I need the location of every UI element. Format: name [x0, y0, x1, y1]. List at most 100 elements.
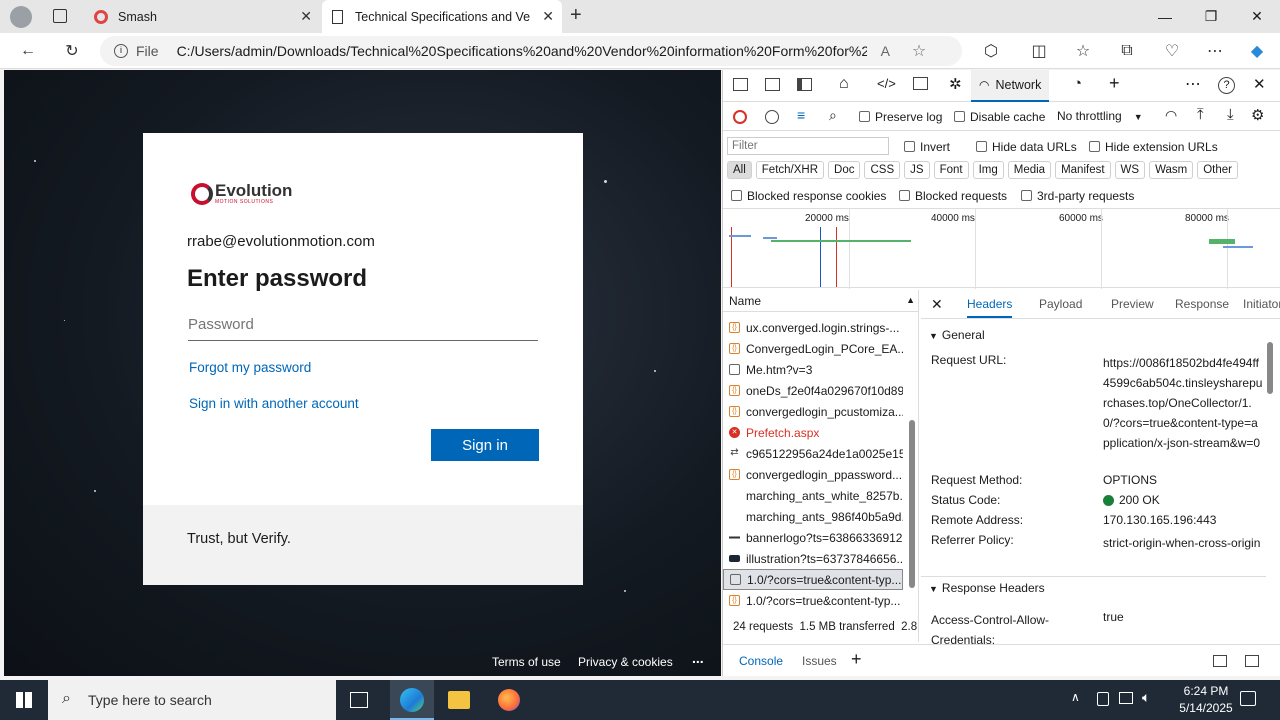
request-row[interactable]: {} oneDs_f2e0f4a029670f10d89... — [723, 380, 903, 401]
network-conditions-icon[interactable]: ◠ — [1165, 107, 1177, 124]
request-row[interactable]: {} convergedlogin_ppassword... — [723, 464, 903, 485]
taskbar-search[interactable]: ⌕ Type here to search — [48, 680, 336, 720]
filter-img[interactable]: Img — [972, 161, 1004, 179]
filter-wasm[interactable]: Wasm — [1149, 161, 1194, 179]
help-icon[interactable]: ? — [1218, 77, 1235, 94]
tray-chevron-up-icon[interactable]: ∧ — [1071, 690, 1080, 704]
filter-js[interactable]: JS — [904, 161, 930, 179]
elements-icon[interactable]: </> — [877, 76, 896, 91]
notifications-icon[interactable] — [1240, 691, 1256, 706]
filter-ws[interactable]: WS — [1114, 161, 1146, 179]
tab-active[interactable]: Technical Specifications and Ven ✕ — [322, 0, 562, 33]
add-tool-icon[interactable]: + — [1109, 73, 1120, 94]
filter-manifest[interactable]: Manifest — [1055, 161, 1111, 179]
sign-in-button[interactable]: Sign in — [431, 429, 539, 461]
hide-data-urls-checkbox[interactable]: Hide data URLs — [976, 140, 1077, 154]
password-input[interactable] — [188, 309, 538, 341]
sources-icon[interactable]: ✲ — [949, 75, 962, 93]
copilot-icon[interactable]: ◆ — [1243, 37, 1271, 65]
request-row-selected[interactable]: 1.0/?cors=true&content-typ... — [723, 569, 903, 590]
tab-smash[interactable]: Smash ✕ — [84, 0, 320, 33]
filter-other[interactable]: Other — [1197, 161, 1238, 179]
split-screen-icon[interactable]: ◫ — [1025, 37, 1053, 65]
window-close-icon[interactable]: ✕ — [1234, 0, 1280, 33]
network-tray-icon[interactable] — [1119, 692, 1133, 704]
request-row[interactable]: {} ConvergedLogin_PCore_EA... — [723, 338, 903, 359]
close-detail-icon[interactable]: ✕ — [931, 296, 943, 313]
request-row[interactable]: ⇄ c965122956a24de1a0025e15... — [723, 443, 903, 464]
tab-initiator[interactable]: Initiator — [1243, 297, 1280, 311]
windows-start-icon[interactable] — [16, 692, 32, 708]
close-drawer-icon[interactable] — [1245, 655, 1259, 667]
tab-network[interactable]: ◠ Network — [971, 70, 1050, 102]
general-section-header[interactable]: ▼ General — [929, 328, 985, 342]
minimize-icon[interactable]: — — [1142, 0, 1188, 33]
tab-console[interactable]: Console — [739, 654, 783, 668]
collections-icon[interactable]: ⧉ — [1113, 37, 1141, 65]
restore-icon[interactable]: ❐ — [1188, 0, 1234, 33]
tab-actions-icon[interactable] — [53, 9, 67, 23]
read-aloud-icon[interactable]: A — [881, 43, 890, 59]
favorite-star-icon[interactable]: ☆ — [912, 41, 926, 61]
welcome-home-icon[interactable]: ⌂ — [839, 75, 849, 93]
device-toggle-icon[interactable] — [765, 78, 780, 91]
import-har-icon[interactable]: ⤒ — [1197, 106, 1204, 123]
request-row[interactable]: illustration?ts=63737846656... — [723, 548, 903, 569]
profile-icon[interactable] — [10, 6, 32, 28]
close-tab-icon[interactable]: ✕ — [542, 8, 554, 25]
filter-css[interactable]: CSS — [864, 161, 901, 179]
settings-more-icon[interactable]: ⋯ — [1201, 37, 1229, 65]
console-icon[interactable] — [913, 77, 928, 90]
filter-icon[interactable]: ≡ — [797, 107, 805, 123]
performance-tab-icon[interactable]: ◔ — [1073, 75, 1082, 92]
tab-headers[interactable]: Headers — [967, 297, 1013, 318]
clear-icon[interactable] — [765, 110, 779, 124]
filter-input[interactable] — [727, 137, 889, 155]
preserve-log-checkbox[interactable]: Preserve log — [859, 110, 942, 124]
request-list-scrollbar[interactable] — [909, 420, 915, 588]
forgot-password-link[interactable]: Forgot my password — [189, 360, 311, 375]
tab-issues[interactable]: Issues — [802, 654, 837, 668]
request-row[interactable]: marching_ants_white_8257b... — [723, 485, 903, 506]
back-icon[interactable]: ← — [14, 37, 42, 65]
request-row[interactable]: {} ux.converged.login.strings-... — [723, 317, 903, 338]
tab-preview[interactable]: Preview — [1111, 297, 1154, 311]
third-party-checkbox[interactable]: 3rd-party requests — [1021, 189, 1134, 203]
favorites-icon[interactable]: ☆ — [1069, 37, 1097, 65]
task-view-icon[interactable] — [350, 692, 368, 708]
detail-scrollbar[interactable] — [1267, 342, 1273, 394]
firefox-icon[interactable] — [498, 689, 520, 711]
extensions-icon[interactable]: ⬡ — [977, 37, 1005, 65]
request-row[interactable]: {} 1.0/?cors=true&content-typ... — [723, 590, 903, 611]
new-tab-icon[interactable]: + — [570, 4, 582, 27]
filter-fetch-xhr[interactable]: Fetch/XHR — [755, 161, 825, 179]
tray-device-icon[interactable] — [1097, 692, 1109, 706]
search-icon[interactable]: ⌕ — [829, 107, 837, 124]
request-row[interactable]: {} convergedlogin_pcustomiza... — [723, 401, 903, 422]
network-settings-icon[interactable]: ⚙ — [1251, 106, 1264, 124]
privacy-link[interactable]: Privacy & cookies — [578, 655, 673, 669]
clock-time[interactable]: 6:24 PM — [1174, 684, 1238, 698]
tab-payload[interactable]: Payload — [1039, 297, 1082, 311]
clock-date[interactable]: 5/14/2025 — [1170, 701, 1242, 715]
filter-font[interactable]: Font — [933, 161, 969, 179]
throttling-select[interactable]: No throttling ▼ — [1057, 109, 1143, 123]
volume-icon[interactable]: 🔈︎ — [1142, 689, 1150, 706]
name-column-header[interactable]: Name ▲ — [723, 290, 919, 312]
other-account-link[interactable]: Sign in with another account — [189, 396, 359, 411]
inspect-icon[interactable] — [733, 78, 748, 91]
blocked-requests-checkbox[interactable]: Blocked requests — [899, 189, 1007, 203]
blocked-cookies-checkbox[interactable]: Blocked response cookies — [731, 189, 886, 203]
performance-icon[interactable]: ♡ — [1158, 37, 1186, 65]
dock-drawer-icon[interactable] — [1213, 655, 1227, 667]
refresh-icon[interactable]: ↻ — [58, 37, 86, 65]
record-icon[interactable] — [733, 110, 747, 124]
filter-media[interactable]: Media — [1007, 161, 1052, 179]
hide-ext-urls-checkbox[interactable]: Hide extension URLs — [1089, 140, 1218, 154]
address-bar[interactable]: i File C:/Users/admin/Downloads/Technica… — [100, 36, 962, 66]
terms-link[interactable]: Terms of use — [492, 655, 561, 669]
filter-doc[interactable]: Doc — [828, 161, 861, 179]
request-row[interactable]: ✕ Prefetch.aspx — [723, 422, 903, 443]
response-headers-section-header[interactable]: ▼ Response Headers — [921, 576, 1266, 599]
tab-response[interactable]: Response — [1175, 297, 1229, 311]
